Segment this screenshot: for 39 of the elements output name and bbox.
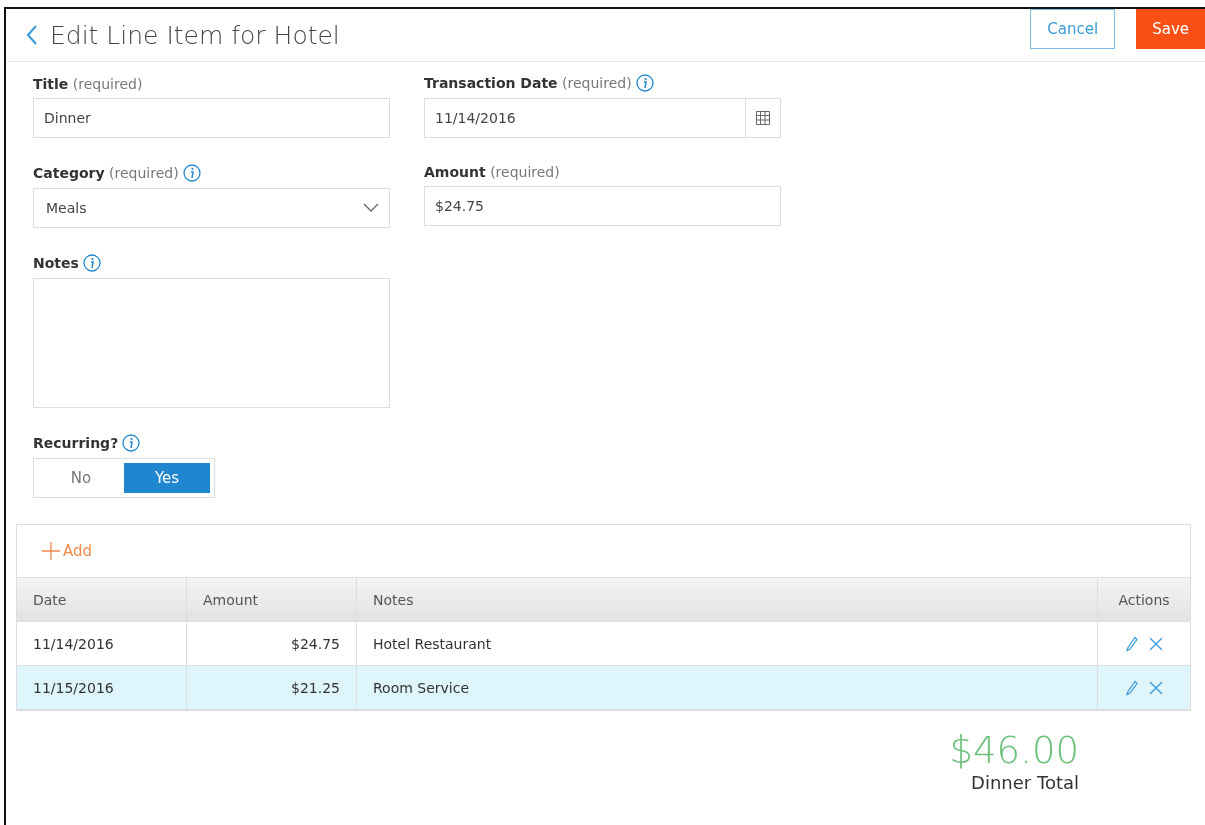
date-field[interactable]: 11/14/2016 xyxy=(424,98,781,138)
page-title: Edit Line Item for Hotel xyxy=(50,20,340,50)
field-label: Category (required) xyxy=(33,165,179,181)
calendar-icon[interactable] xyxy=(755,110,771,126)
field-label: Amount (required) xyxy=(424,164,560,180)
total-label: Dinner Total xyxy=(971,772,1079,793)
info-icon[interactable] xyxy=(122,434,141,452)
table-cell: $21.25 xyxy=(187,666,357,709)
plus-icon xyxy=(41,541,61,561)
field-label: Transaction Date (required) xyxy=(424,75,632,91)
category-dropdown[interactable]: Meals xyxy=(33,188,390,228)
field-label: Notes xyxy=(33,255,79,271)
table-cell: $24.75 xyxy=(187,622,357,665)
notes-field[interactable] xyxy=(33,278,390,408)
info-icon[interactable] xyxy=(182,164,201,182)
chevron-down-icon xyxy=(363,203,379,213)
table-row[interactable]: 11/15/2016 $21.25 Room Service xyxy=(17,666,1190,710)
edit-icon[interactable] xyxy=(1125,635,1139,652)
table-cell: Hotel Restaurant xyxy=(357,622,1098,665)
column-header: Date xyxy=(17,578,187,621)
field-label: Recurring? xyxy=(33,435,119,451)
total-amount: $46.00 xyxy=(949,729,1079,772)
edit-icon[interactable] xyxy=(1125,679,1139,696)
field-label: Title (required) xyxy=(33,76,143,92)
info-icon[interactable] xyxy=(635,74,654,92)
close-icon[interactable] xyxy=(1149,636,1163,651)
close-icon[interactable] xyxy=(1149,680,1163,695)
table-row[interactable]: 11/14/2016 $24.75 Hotel Restaurant xyxy=(17,622,1190,666)
back-icon[interactable] xyxy=(26,24,38,46)
table-cell: Room Service xyxy=(357,666,1098,709)
input-field[interactable]: $24.75 xyxy=(424,186,781,226)
input-field[interactable]: Dinner xyxy=(33,98,390,138)
table-cell: 11/14/2016 xyxy=(17,622,187,665)
column-header: Actions xyxy=(1117,590,1171,610)
column-header: Amount xyxy=(187,578,357,621)
toggle-option[interactable]: Yes xyxy=(124,463,210,493)
info-icon[interactable] xyxy=(82,254,101,272)
column-header: Notes xyxy=(357,578,1098,621)
table-cell: 11/15/2016 xyxy=(17,666,187,709)
